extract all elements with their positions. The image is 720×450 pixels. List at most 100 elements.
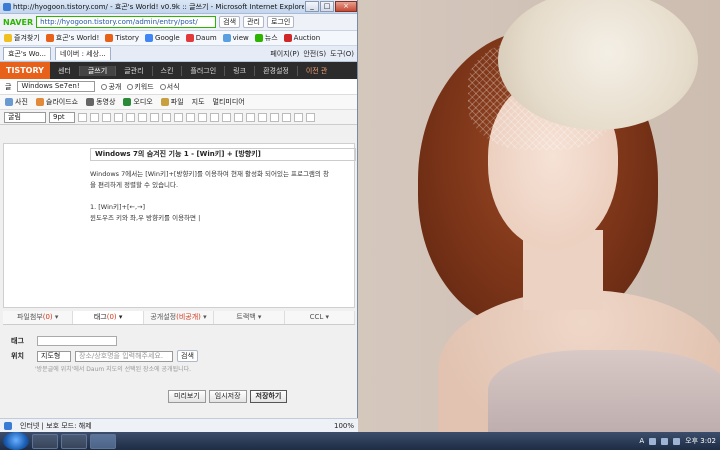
taskbar-ie[interactable] xyxy=(32,433,58,449)
fav-label: 뉴스 xyxy=(264,34,278,42)
clock[interactable]: 오후 3:02 xyxy=(685,436,716,446)
favorites-button[interactable]: 즐겨찾기 xyxy=(4,33,40,43)
tag-input[interactable] xyxy=(37,336,117,346)
special-char-button[interactable] xyxy=(294,112,303,122)
status-bar: 인터넷 | 보호 모드: 해제 100% xyxy=(0,418,358,432)
attach-photo[interactable]: 사진 xyxy=(5,97,28,107)
attach-audio[interactable]: 오디오 xyxy=(123,97,153,107)
tab-naver[interactable]: 네이버 : 세상... xyxy=(55,47,111,60)
align-center-button[interactable] xyxy=(162,112,171,122)
taskbar-explorer[interactable] xyxy=(61,433,87,449)
page-menu[interactable]: 페이지(P) xyxy=(270,49,299,59)
minimize-button[interactable]: _ xyxy=(305,1,319,12)
fav-label: Auction xyxy=(293,34,321,42)
menu-write[interactable]: 글쓰기 xyxy=(79,65,117,76)
menu-post-manage[interactable]: 글관리 xyxy=(116,65,153,76)
title-bar[interactable]: http://hyogoon.tistory.com/ - 효곤's World… xyxy=(0,0,357,14)
url-input[interactable]: http://hyogoon.tistory.com/admin/entry/p… xyxy=(36,16,217,28)
location-input[interactable]: 장소/상호명을 입력해주세요. xyxy=(75,350,173,362)
align-justify-button[interactable] xyxy=(186,112,195,122)
fav-label: 효곤's World! xyxy=(55,34,100,42)
preview-button[interactable]: 미리보기 xyxy=(168,390,206,403)
search-button[interactable]: 검색 xyxy=(219,16,241,28)
location-search-button[interactable]: 검색 xyxy=(177,350,198,362)
zoom-control[interactable]: 100% xyxy=(334,422,354,430)
save-button[interactable]: 저장하기 xyxy=(249,390,288,403)
ime-indicator[interactable]: A xyxy=(639,437,644,445)
table-button[interactable] xyxy=(270,112,279,122)
menu-prev-admin[interactable]: 이전 관 xyxy=(298,66,336,76)
editor-area[interactable]: Windows 7의 숨겨진 기능 1 - [Win키] + [방향키] Win… xyxy=(3,143,356,308)
tab-tags[interactable]: 태그(0) ▾ xyxy=(73,311,144,324)
safety-menu[interactable]: 안전(S) xyxy=(303,49,326,59)
star-icon xyxy=(4,34,12,42)
public-radio[interactable]: 공개 xyxy=(101,82,121,92)
post-body[interactable]: Windows 7에서는 [Win키]+[방향키]를 이용하여 현재 활성화 되… xyxy=(90,169,352,224)
fav-item-google[interactable]: Google xyxy=(145,34,180,42)
italic-button[interactable] xyxy=(90,112,99,122)
attach-slideshow[interactable]: 슬라이드쇼 xyxy=(35,97,78,107)
maximize-button[interactable]: □ xyxy=(320,1,334,12)
fav-item-tistory[interactable]: Tistory xyxy=(105,34,139,42)
close-button[interactable]: × xyxy=(335,1,357,12)
menu-settings[interactable]: 환경설정 xyxy=(255,65,298,76)
menu-center[interactable]: 센터 xyxy=(50,65,80,76)
start-button[interactable] xyxy=(3,432,29,450)
temp-save-button[interactable]: 임시저장 xyxy=(208,390,247,403)
login-button[interactable]: 로그인 xyxy=(266,16,295,28)
align-right-button[interactable] xyxy=(174,112,183,122)
strike-button[interactable] xyxy=(114,112,123,122)
attach-map[interactable]: 지도 xyxy=(192,97,205,107)
location-type-select[interactable]: 지도형 xyxy=(37,350,71,362)
numbered-list-button[interactable] xyxy=(210,112,219,122)
font-select[interactable]: 굴림 xyxy=(4,111,46,123)
tab-attachments[interactable]: 파일첨부(0) ▾ xyxy=(3,311,74,324)
taskbar-active-window[interactable] xyxy=(90,433,116,449)
align-left-button[interactable] xyxy=(150,112,159,122)
network-icon[interactable] xyxy=(649,437,657,445)
tistory-logo[interactable]: TISTORY xyxy=(0,62,50,79)
list-button[interactable] xyxy=(198,112,207,122)
system-tray: A 오후 3:02 xyxy=(639,436,720,446)
attach-toolbar: 사진 슬라이드쇼 동영상 오디오 파일 지도 멀티미디어 xyxy=(0,95,357,110)
menu-skin[interactable]: 스킨 xyxy=(153,65,183,76)
attach-video[interactable]: 동영상 xyxy=(86,97,115,107)
category-select[interactable]: Windows Se7en! xyxy=(17,81,96,92)
attach-file[interactable]: 파일 xyxy=(160,97,184,107)
fav-label: Google xyxy=(155,34,180,42)
menu-plugin[interactable]: 플러그인 xyxy=(182,65,226,76)
indent-button[interactable] xyxy=(222,112,231,122)
post-option-tabs: 파일첨부(0) ▾ 태그(0) ▾ 공개설정(비공개) ▾ 트랙백 ▾ CCL … xyxy=(3,311,356,325)
fav-item-auction[interactable]: Auction xyxy=(283,34,321,42)
underline-button[interactable] xyxy=(102,112,111,122)
tab-hyogoon[interactable]: 효곤's Wo... xyxy=(3,47,52,60)
html-button[interactable] xyxy=(306,112,315,122)
fav-item-news[interactable]: 뉴스 xyxy=(254,33,278,43)
volume-icon[interactable] xyxy=(661,437,669,445)
tab-visibility[interactable]: 공개설정(비공개) ▾ xyxy=(144,311,215,324)
attach-label: 멀티미디어 xyxy=(212,98,245,106)
tab-ccl[interactable]: CCL ▾ xyxy=(285,311,356,324)
menu-link[interactable]: 링크 xyxy=(225,65,256,76)
fav-item-view[interactable]: view xyxy=(222,34,249,42)
tools-menu[interactable]: 도구(O) xyxy=(330,49,354,59)
fav-item-daum[interactable]: Daum xyxy=(185,34,217,42)
link-button[interactable] xyxy=(282,112,291,122)
bg-color-button[interactable] xyxy=(138,112,147,122)
font-color-button[interactable] xyxy=(126,112,135,122)
attach-multimedia[interactable]: 멀티미디어 xyxy=(213,97,245,107)
template-radio[interactable]: 서식 xyxy=(159,82,180,92)
post-title-input[interactable]: Windows 7의 숨겨진 기능 1 - [Win키] + [방향키] xyxy=(90,148,356,161)
outdent-button[interactable] xyxy=(234,112,243,122)
tab-trackback[interactable]: 트랙백 ▾ xyxy=(214,311,285,324)
line-button[interactable] xyxy=(258,112,267,122)
flag-icon[interactable] xyxy=(673,437,681,445)
quote-button[interactable] xyxy=(246,112,255,122)
auction-icon xyxy=(283,34,292,42)
tistory-menu: TISTORY 센터 글쓰기 글관리 스킨 플러그인 링크 환경설정 이전 관 xyxy=(0,62,357,79)
fav-item-hyogoon[interactable]: 효곤's World! xyxy=(45,33,100,43)
keyword-radio[interactable]: 키워드 xyxy=(127,82,154,92)
size-select[interactable]: 9pt xyxy=(49,111,75,123)
bold-button[interactable] xyxy=(78,112,87,122)
manage-button[interactable]: 관리 xyxy=(243,16,264,28)
